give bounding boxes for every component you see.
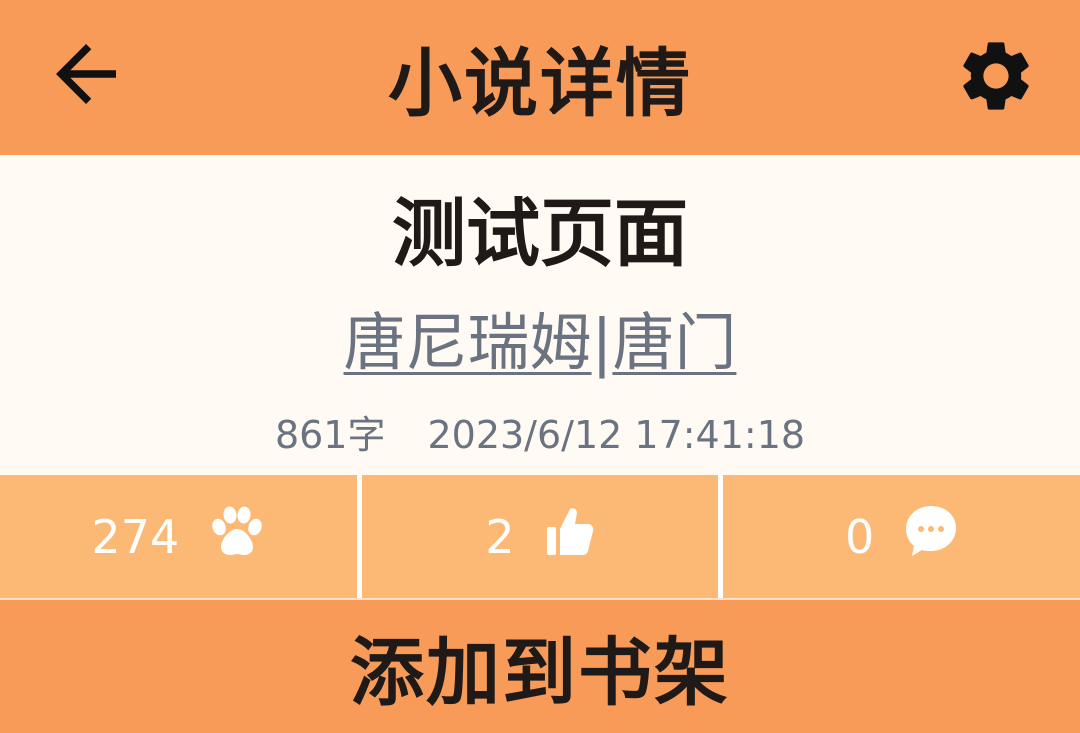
likes-count: 2 [485, 509, 515, 564]
word-count: 861字 [274, 413, 386, 457]
top-app-bar: 小说详情 [0, 0, 1080, 155]
views-stat[interactable]: 274 [0, 475, 357, 598]
author-link-secondary[interactable]: 唐门 [612, 306, 736, 379]
likes-stat[interactable]: 2 [356, 475, 719, 598]
stats-bar: 274 2 0 [0, 475, 1080, 598]
author-link-primary[interactable]: 唐尼瑞姆 [344, 306, 592, 379]
author-line: 唐尼瑞姆|唐门 [0, 305, 1080, 381]
novel-info-panel: 测试页面 唐尼瑞姆|唐门 861字 2023/6/12 17:41:18 [0, 155, 1080, 475]
views-count: 274 [91, 509, 180, 564]
author-separator: | [591, 306, 613, 379]
back-button[interactable] [38, 30, 134, 122]
paw-icon [209, 505, 265, 568]
page-title: 小说详情 [388, 41, 692, 127]
gear-icon [954, 34, 1038, 122]
novel-meta: 861字 2023/6/12 17:41:18 [0, 410, 1080, 460]
arrow-left-icon [41, 29, 131, 123]
add-to-shelf-button[interactable]: 添加到书架 [0, 600, 1080, 733]
thumbs-up-icon [545, 505, 595, 568]
comments-count: 0 [845, 509, 875, 564]
chat-bubble-icon [904, 504, 958, 569]
settings-button[interactable] [950, 32, 1042, 124]
update-time: 2023/6/12 17:41:18 [427, 413, 806, 457]
comments-stat[interactable]: 0 [718, 475, 1080, 598]
novel-title: 测试页面 [392, 191, 688, 277]
